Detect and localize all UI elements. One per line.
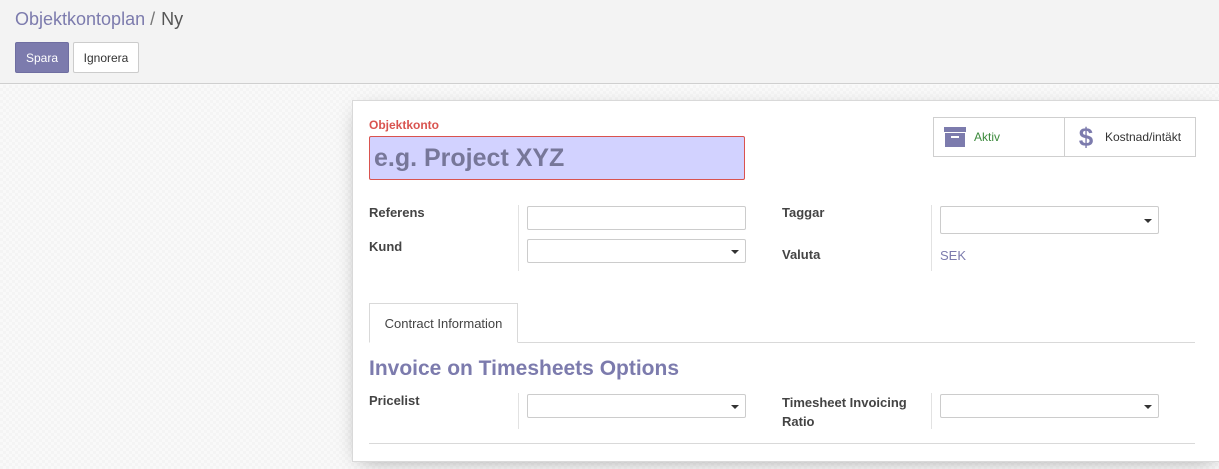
archive-icon (940, 127, 970, 147)
discard-button[interactable]: Ignorera (73, 42, 139, 73)
kund-label: Kund (369, 239, 403, 254)
section-divider (369, 443, 1195, 444)
timesheet-invoicing-ratio-select[interactable] (940, 394, 1159, 418)
chevron-down-icon (1144, 219, 1152, 223)
save-button[interactable]: Spara (15, 42, 69, 73)
breadcrumb-parent-link[interactable]: Objektkontoplan (15, 9, 145, 29)
ratio-label-line-1: Timesheet Invoicing (782, 395, 907, 410)
breadcrumb: Objektkontoplan / Ny (15, 8, 183, 30)
control-panel: Objektkontoplan / Ny Spara Ignorera (0, 0, 1219, 84)
referens-label: Referens (369, 205, 425, 220)
chevron-down-icon (1144, 405, 1152, 409)
taggar-select[interactable] (940, 206, 1159, 234)
valuta-label: Valuta (782, 247, 821, 262)
pricelist-label: Pricelist (369, 393, 420, 408)
field-divider (518, 393, 519, 429)
active-toggle-button[interactable]: Aktiv (934, 118, 1064, 156)
cost-revenue-button[interactable]: $ Kostnad/intäkt (1064, 118, 1195, 156)
chevron-down-icon (731, 250, 739, 254)
field-divider (931, 205, 932, 271)
breadcrumb-separator: / (150, 9, 156, 29)
dollar-icon: $ (1078, 122, 1094, 152)
taggar-label: Taggar (782, 205, 825, 220)
smart-button-box: Aktiv $ Kostnad/intäkt (933, 117, 1196, 157)
cost-revenue-label: Kostnad/intäkt (1105, 130, 1182, 144)
field-divider (931, 393, 932, 429)
tab-contract-information[interactable]: Contract Information (369, 303, 518, 343)
valuta-value: SEK (940, 248, 967, 263)
section-title: Invoice on Timesheets Options (369, 357, 680, 380)
kund-select[interactable] (527, 239, 746, 263)
timesheet-invoicing-ratio-label: Timesheet Invoicing Ratio (782, 393, 907, 431)
active-toggle-label: Aktiv (974, 130, 1001, 144)
referens-input[interactable] (527, 206, 746, 230)
breadcrumb-current: Ny (161, 9, 184, 29)
pricelist-select[interactable] (527, 394, 746, 418)
form-sheet: Objektkonto Aktiv $ Kostnad/intäkt Refer… (352, 100, 1219, 462)
field-divider (518, 205, 519, 271)
name-field-label: Objektkonto (369, 118, 440, 132)
chevron-down-icon (731, 405, 739, 409)
name-input[interactable] (369, 136, 745, 180)
ratio-label-line-2: Ratio (782, 414, 815, 429)
